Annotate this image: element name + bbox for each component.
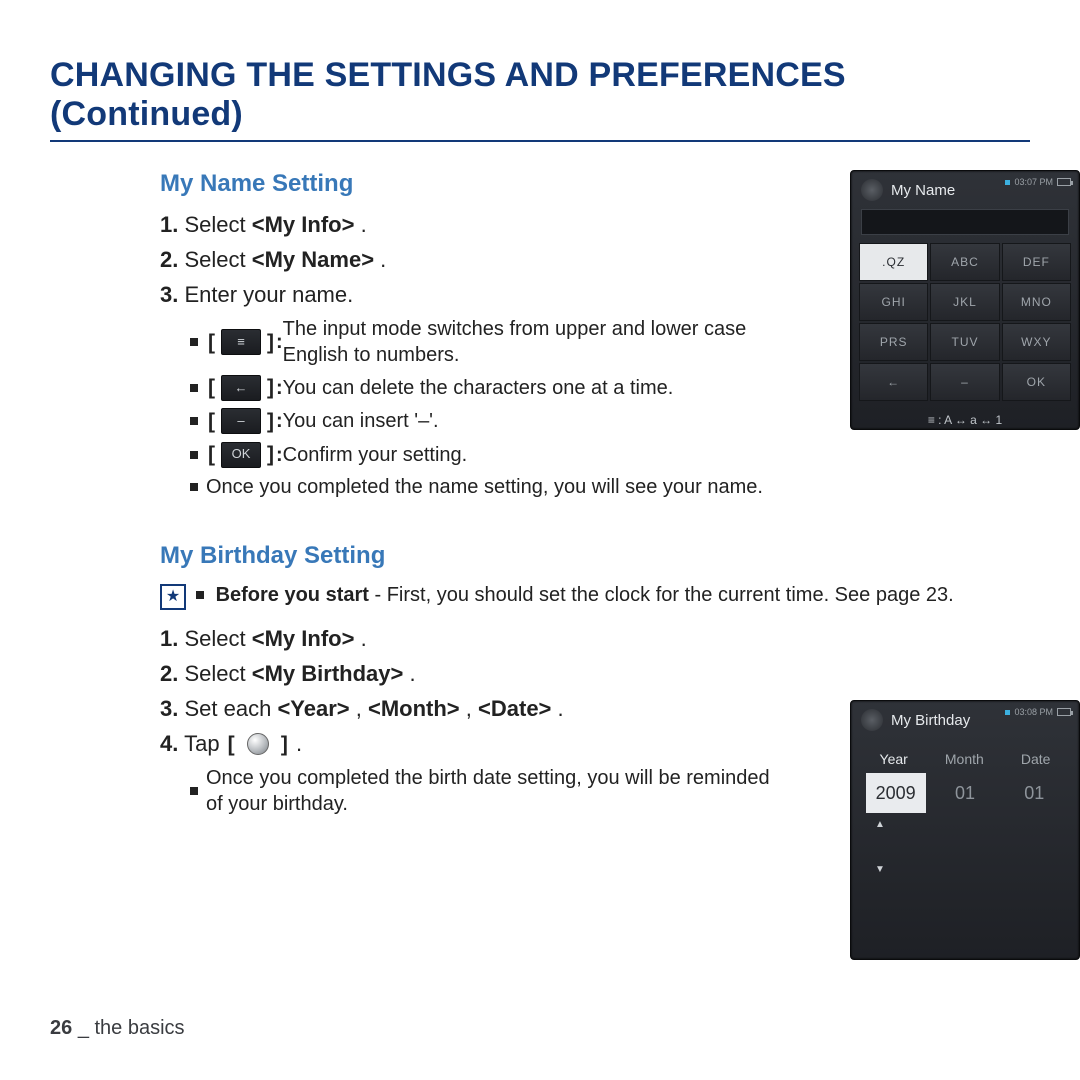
page-number: 26: [50, 1017, 72, 1039]
bday-steps: 1. Select <My Info> . 2. Select <My Birt…: [160, 624, 780, 817]
page-footer: 26 _ the basics: [50, 1017, 185, 1040]
keypad-key-mno[interactable]: MNO: [1002, 283, 1071, 321]
keypad-key-qz[interactable]: .QZ: [859, 243, 928, 281]
bullet-icon: [190, 384, 198, 392]
mode-key-icon: ≡: [221, 329, 261, 355]
center-button-icon: [247, 733, 269, 755]
bullet-icon: [190, 338, 198, 346]
status-time: 03:08 PM: [1014, 707, 1053, 717]
note-star-icon: ★: [160, 584, 186, 610]
arrow-down-icon[interactable]: ▼: [875, 864, 885, 875]
chapter-name: the basics: [95, 1017, 185, 1039]
signal-icon: [1005, 710, 1010, 715]
step-num: 2.: [160, 247, 178, 272]
keypad-key-jkl[interactable]: JKL: [930, 283, 999, 321]
bullet-icon: [196, 591, 204, 599]
date-value[interactable]: 01: [1004, 773, 1064, 813]
year-value[interactable]: 2009: [866, 773, 926, 813]
battery-icon: [1057, 178, 1071, 186]
tab-date[interactable]: Date: [1021, 751, 1051, 767]
battery-icon: [1057, 708, 1071, 716]
name-steps: 1. Select <My Info> . 2. Select <My Name…: [160, 210, 780, 500]
gear-icon: [861, 179, 883, 201]
bullet-icon: [190, 787, 198, 795]
my-birthday-heading: My Birthday Setting: [160, 542, 1030, 570]
phone-title: My Name: [891, 182, 955, 199]
name-input-field[interactable]: [861, 209, 1069, 235]
keypad-key-ok[interactable]: OK: [1002, 363, 1071, 401]
keypad-key-tuv[interactable]: TUV: [930, 323, 999, 361]
arrow-up-icon[interactable]: ▲: [875, 819, 885, 830]
tab-year[interactable]: Year: [880, 751, 908, 767]
bullet-icon: [190, 451, 198, 459]
phone-myname-screenshot: 03:07 PM My Name .QZ ABC DEF GHI JKL MNO…: [850, 170, 1080, 430]
keypad-key-abc[interactable]: ABC: [930, 243, 999, 281]
keypad-key-dash[interactable]: –: [930, 363, 999, 401]
phone-title: My Birthday: [891, 712, 970, 729]
step-num: 3.: [160, 282, 178, 307]
page-title: CHANGING THE SETTINGS AND PREFERENCES (C…: [50, 56, 1030, 142]
ok-key-icon: OK: [221, 442, 261, 468]
gear-icon: [861, 709, 883, 731]
tab-month[interactable]: Month: [945, 751, 984, 767]
step-num: 1.: [160, 212, 178, 237]
keypad-key-wxy[interactable]: WXY: [1002, 323, 1071, 361]
back-key-icon: ←: [221, 375, 261, 401]
input-mode-indicator: ≡ : A ↔ a ↔ 1: [861, 413, 1069, 427]
bullet-icon: [190, 417, 198, 425]
keypad-key-def[interactable]: DEF: [1002, 243, 1071, 281]
phone-mybirthday-screenshot: 03:08 PM My Birthday Year Month Date ▲ ▼…: [850, 700, 1080, 960]
signal-icon: [1005, 180, 1010, 185]
keypad-key-prs[interactable]: PRS: [859, 323, 928, 361]
status-time: 03:07 PM: [1014, 177, 1053, 187]
dash-key-icon: –: [221, 408, 261, 434]
keypad-key-ghi[interactable]: GHI: [859, 283, 928, 321]
bullet-icon: [190, 483, 198, 491]
keypad-key-back[interactable]: ←: [859, 363, 928, 401]
month-value[interactable]: 01: [935, 773, 995, 813]
